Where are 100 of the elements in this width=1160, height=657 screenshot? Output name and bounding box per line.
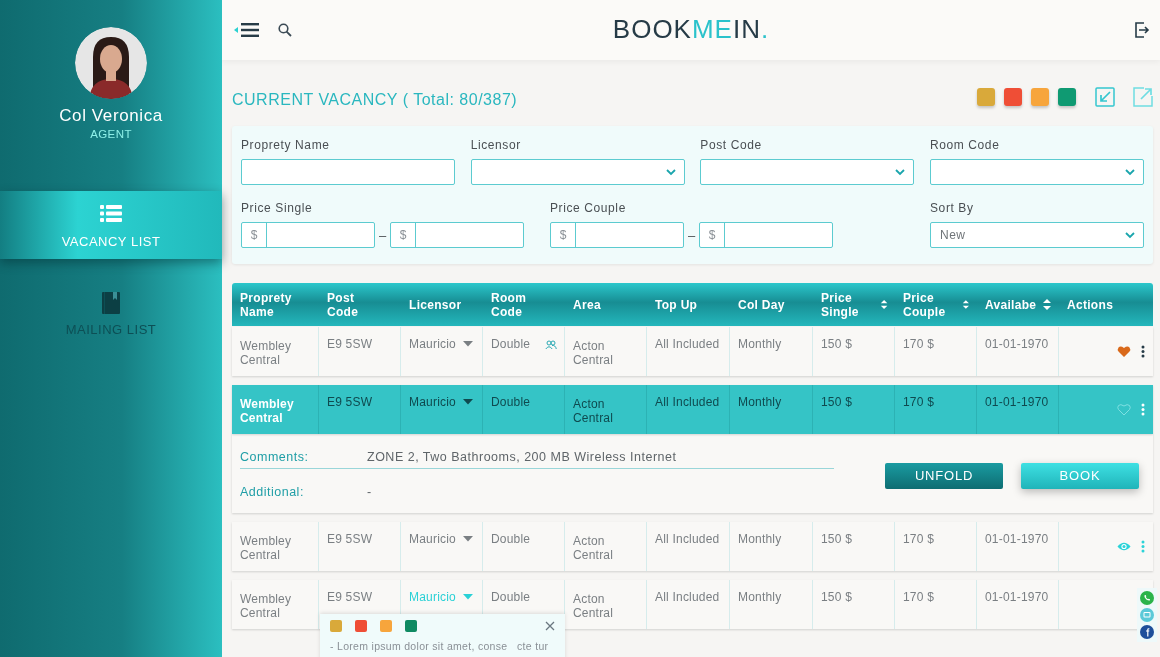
- price-field[interactable]: $: [390, 222, 524, 248]
- color-swatch[interactable]: [1031, 88, 1049, 106]
- note-text: - Lorem ipsum dolor sit amet, conse cte tur: [330, 640, 550, 652]
- table-cell: E9 5SW: [327, 532, 373, 546]
- more-icon[interactable]: [1141, 345, 1145, 358]
- heart-icon[interactable]: [1117, 345, 1131, 358]
- table-cell-text: Wembley Central: [240, 397, 295, 425]
- licensor-dropdown[interactable]: Mauricio: [409, 532, 473, 546]
- color-swatch[interactable]: [1004, 88, 1022, 106]
- range-separator: –: [377, 227, 388, 243]
- color-swatch[interactable]: [330, 620, 342, 632]
- table-cell: 01-01-1970: [985, 590, 1049, 604]
- table-cell: 01-01-1970: [985, 337, 1049, 351]
- column-header[interactable]: Top Up: [655, 297, 698, 312]
- column-header[interactable]: Post Code: [327, 290, 387, 319]
- action-button[interactable]: UNFOLD: [885, 462, 1003, 489]
- chevron-icon: [895, 168, 906, 176]
- table-cell-text: Acton Central: [573, 534, 615, 562]
- sort-icon[interactable]: [1042, 298, 1052, 311]
- table-cell: 170 $: [903, 590, 935, 604]
- column-header[interactable]: Col Day: [738, 297, 785, 312]
- field-label: Licensor: [470, 138, 522, 152]
- caret-icon: [462, 341, 473, 347]
- chevron-icon: [1124, 168, 1135, 176]
- table-cell: 150 $: [821, 337, 853, 351]
- column-header[interactable]: Availabe: [985, 297, 1037, 312]
- sort-icon[interactable]: [879, 298, 888, 311]
- table-row[interactable]: Wembley Central E9 5SW Mauricio Double Acton Central All Included Monthly 150 $ 170 $ 01-01-1970: [232, 385, 1153, 434]
- licensor-dropdown[interactable]: Mauricio: [409, 395, 473, 409]
- table-cell: Double: [491, 532, 531, 546]
- eye-icon[interactable]: [1117, 540, 1131, 553]
- licensor-dropdown[interactable]: Mauricio: [409, 337, 473, 351]
- facebook-icon[interactable]: [1140, 625, 1154, 639]
- text-field[interactable]: [241, 159, 455, 185]
- field-label: Room Code: [929, 138, 1001, 152]
- color-swatch[interactable]: [380, 620, 392, 632]
- field-label: Sort By: [930, 201, 975, 215]
- expand-icon[interactable]: [1133, 87, 1153, 107]
- user-name: Col Veronica: [59, 106, 163, 126]
- color-swatch[interactable]: [977, 88, 995, 106]
- table-cell-text: Wembley Central: [240, 592, 293, 620]
- table-cell-text: Acton Central: [573, 397, 615, 425]
- dropdown[interactable]: New: [930, 222, 1144, 248]
- price-field[interactable]: $: [550, 222, 684, 248]
- column-header[interactable]: Licensor: [409, 297, 462, 312]
- book-icon: [100, 292, 122, 314]
- dropdown[interactable]: [700, 159, 915, 185]
- detail-value: -: [367, 485, 372, 499]
- table-row[interactable]: Wembley Central E9 5SW Mauricio Double Acton Central All Included Monthly 150 $ 170 $ 01-01-1970: [232, 522, 1153, 571]
- currency-label: $: [700, 223, 725, 247]
- column-header[interactable]: Room Code: [491, 290, 551, 319]
- detail-label: Additional:: [240, 485, 305, 499]
- table-cell: 170 $: [903, 532, 935, 546]
- column-header[interactable]: Price Couple: [903, 290, 963, 319]
- search-icon[interactable]: [278, 23, 292, 37]
- color-swatch[interactable]: [405, 620, 417, 632]
- table-cell: E9 5SW: [327, 337, 373, 351]
- page-title: CURRENT VACANCY ( Total: 80/387): [232, 90, 518, 109]
- heart-icon[interactable]: [1117, 403, 1131, 416]
- table-cell: All Included: [655, 590, 720, 604]
- close-icon[interactable]: [545, 621, 555, 631]
- color-swatch[interactable]: [355, 620, 367, 632]
- column-header[interactable]: Area: [573, 297, 601, 312]
- table-cell: Monthly: [738, 337, 782, 351]
- color-swatch[interactable]: [1058, 88, 1076, 106]
- collapse-icon[interactable]: [1095, 87, 1115, 107]
- price-field[interactable]: $: [241, 222, 375, 248]
- table-cell: 01-01-1970: [985, 395, 1049, 409]
- menu-icon[interactable]: [234, 22, 262, 38]
- table-cell: 170 $: [903, 395, 935, 409]
- action-button[interactable]: BOOK: [1021, 462, 1139, 489]
- dropdown[interactable]: [470, 159, 685, 185]
- detail-label: Comments:: [240, 450, 310, 464]
- price-field[interactable]: $: [699, 222, 833, 248]
- field-label: Proprety Name: [241, 138, 331, 152]
- table-cell: Double: [491, 590, 531, 604]
- table-cell: E9 5SW: [327, 590, 373, 604]
- table-cell: 01-01-1970: [985, 532, 1049, 546]
- caret-icon: [462, 594, 473, 600]
- user-role: AGENT: [90, 128, 132, 140]
- field-label: Price Single: [241, 201, 314, 215]
- table-cell: All Included: [655, 532, 720, 546]
- table-cell: Monthly: [738, 590, 782, 604]
- table-cell: Double: [491, 337, 531, 351]
- dropdown[interactable]: [929, 159, 1144, 185]
- range-separator: –: [686, 227, 697, 243]
- sort-icon[interactable]: [962, 298, 970, 311]
- table-cell-text: Wembley Central: [240, 534, 293, 562]
- nav-item[interactable]: VACANCY LIST: [0, 191, 222, 259]
- table-cell: Monthly: [738, 532, 782, 546]
- logo: BOOKMEIN.: [612, 14, 770, 45]
- caret-icon: [462, 399, 473, 405]
- table-cell-text: Wembley Central: [240, 339, 293, 367]
- column-header[interactable]: Price Single: [821, 290, 880, 319]
- whatsapp-icon[interactable]: [1140, 591, 1154, 605]
- currency-label: $: [551, 223, 576, 247]
- column-header[interactable]: Actions: [1067, 297, 1114, 312]
- column-header[interactable]: Proprety Name: [240, 290, 300, 319]
- logout-icon[interactable]: [1134, 22, 1150, 38]
- table-row[interactable]: Wembley Central E9 5SW Mauricio Double Acton Central All Included Monthly 150 $ 170 $ 01-01-1970: [232, 327, 1153, 376]
